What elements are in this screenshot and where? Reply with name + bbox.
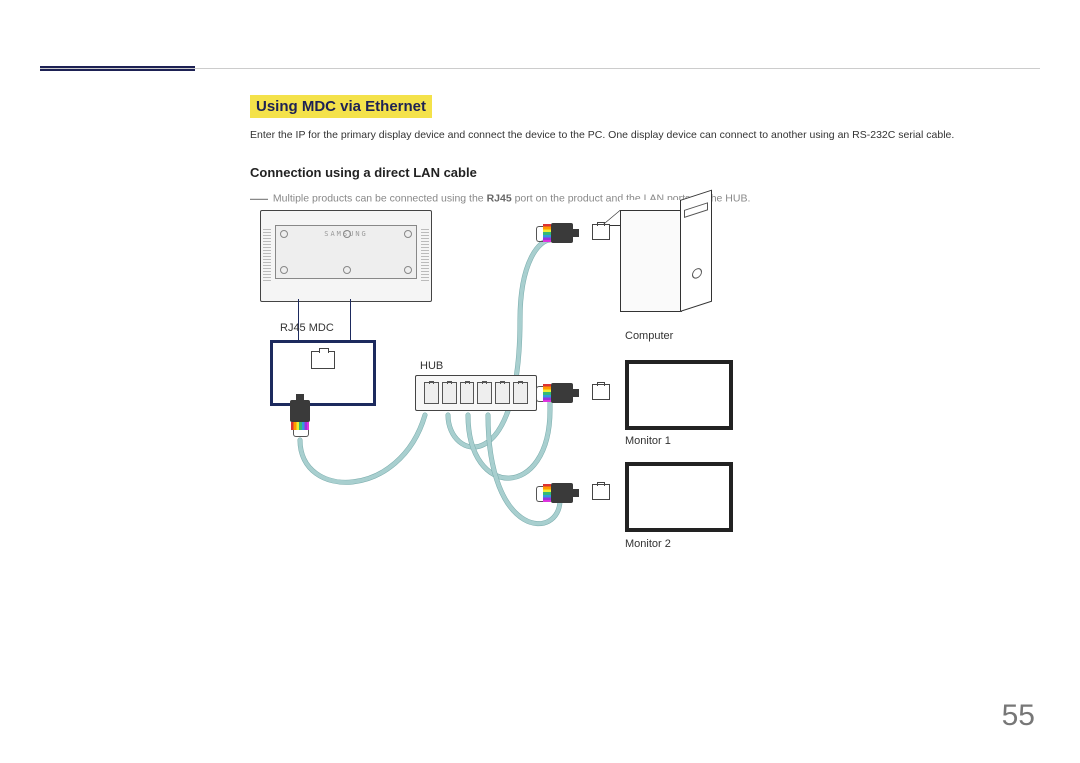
monitor1-label: Monitor 1: [625, 435, 671, 447]
computer-label: Computer: [625, 330, 673, 342]
section-intro: Enter the IP for the primary display dev…: [250, 128, 1040, 143]
rj45-label: RJ45 MDC: [280, 322, 334, 334]
rj45-zoom-box: [270, 340, 376, 406]
network-hub: [415, 375, 537, 411]
rj45-plug-computer: [539, 219, 573, 247]
rj45-port-icon: [311, 351, 335, 369]
zoom-leader-right: [350, 299, 351, 340]
header-rule: [40, 68, 1040, 69]
computer-lan-port: [592, 224, 610, 240]
content-area: Using MDC via Ethernet Enter the IP for …: [250, 95, 1040, 209]
display-device-back: SAMSUNG: [260, 210, 432, 302]
rj45-plug-main: [286, 400, 314, 434]
hub-label: HUB: [420, 360, 443, 372]
computer-tower: [620, 200, 710, 320]
section-title: Using MDC via Ethernet: [250, 95, 432, 118]
page-number: 55: [1002, 699, 1035, 733]
monitor2-label: Monitor 2: [625, 538, 671, 550]
monitor2-lan-port: [592, 484, 610, 500]
monitor-1: [625, 360, 733, 430]
monitor1-lan-port: [592, 384, 610, 400]
connection-diagram: SAMSUNG RJ45 MDC HUB Computer: [250, 200, 770, 580]
monitor-2: [625, 462, 733, 532]
rj45-plug-monitor2: [539, 479, 573, 507]
rj45-plug-monitor1: [539, 379, 573, 407]
sub-heading: Connection using a direct LAN cable: [250, 165, 1040, 180]
